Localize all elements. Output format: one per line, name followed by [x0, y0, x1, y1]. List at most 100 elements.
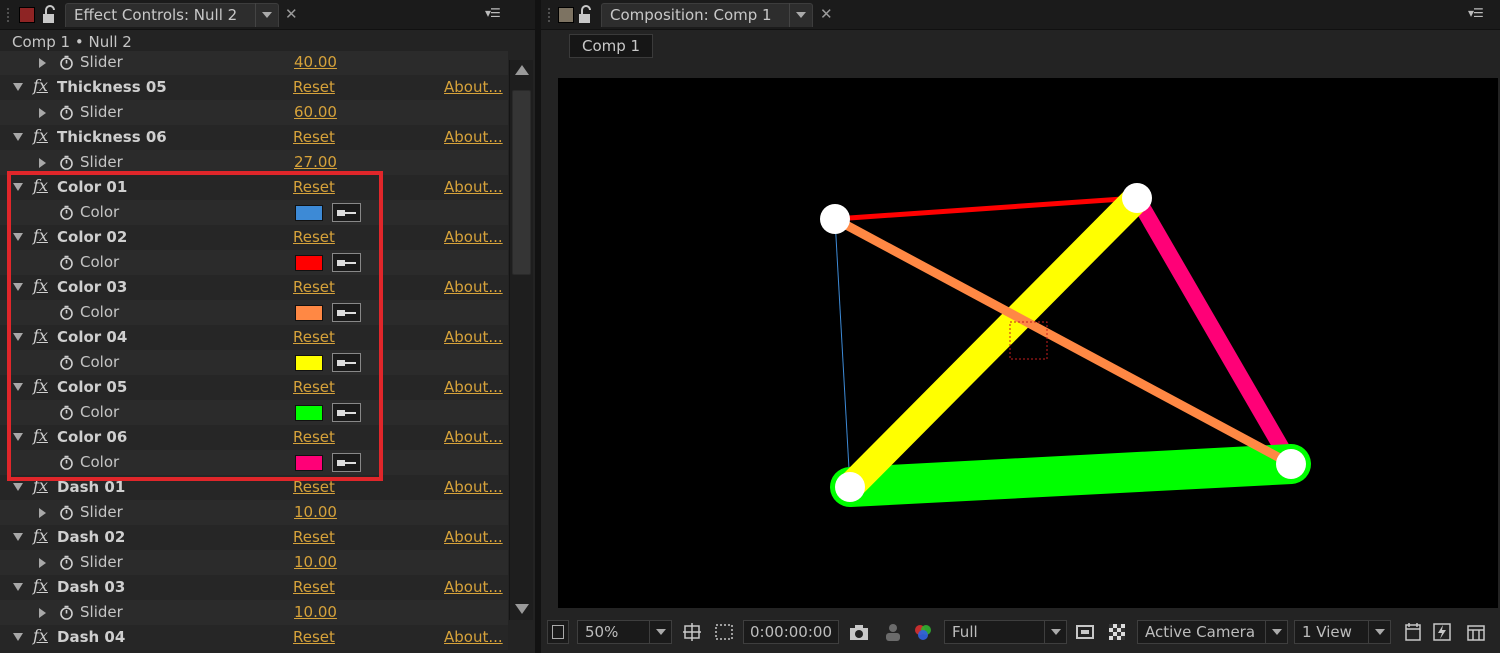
- twirl-down-icon[interactable]: [13, 383, 23, 391]
- about-link[interactable]: About...: [444, 178, 503, 196]
- color-swatch[interactable]: [295, 205, 323, 221]
- scroll-thumb[interactable]: [512, 90, 531, 275]
- panel-menu-icon[interactable]: ▾☰: [1468, 6, 1484, 20]
- reset-link[interactable]: Reset: [293, 628, 335, 646]
- tab-dropdown-icon[interactable]: [789, 3, 811, 27]
- twirl-down-icon[interactable]: [13, 633, 23, 641]
- fx-icon[interactable]: fx: [33, 276, 48, 295]
- scroll-down-arrow-icon[interactable]: [515, 604, 529, 614]
- twirl-down-icon[interactable]: [13, 233, 23, 241]
- color-swatch[interactable]: [295, 305, 323, 321]
- slider-value[interactable]: 10.00: [294, 603, 337, 621]
- eyedropper-icon[interactable]: [332, 353, 361, 372]
- fx-icon[interactable]: fx: [33, 626, 48, 645]
- reset-link[interactable]: Reset: [293, 478, 335, 496]
- twirl-right-icon[interactable]: [39, 108, 46, 118]
- reset-link[interactable]: Reset: [293, 428, 335, 446]
- camera-snapshot-icon[interactable]: [849, 622, 869, 642]
- color-channels-icon[interactable]: [913, 622, 933, 642]
- slider-value[interactable]: 27.00: [294, 153, 337, 171]
- stopwatch-icon[interactable]: [59, 255, 74, 270]
- fx-icon[interactable]: fx: [33, 476, 48, 495]
- stopwatch-icon[interactable]: [59, 305, 74, 320]
- fx-icon[interactable]: fx: [33, 526, 48, 545]
- grip-icon[interactable]: [547, 7, 552, 23]
- lock-icon[interactable]: [577, 5, 595, 25]
- about-link[interactable]: About...: [444, 428, 503, 446]
- stopwatch-icon[interactable]: [59, 205, 74, 220]
- reset-link[interactable]: Reset: [293, 278, 335, 296]
- fx-icon[interactable]: fx: [33, 376, 48, 395]
- scroll-up-arrow-icon[interactable]: [515, 65, 529, 75]
- fx-icon[interactable]: fx: [33, 426, 48, 445]
- fx-icon[interactable]: fx: [33, 176, 48, 195]
- reset-link[interactable]: Reset: [293, 578, 335, 596]
- stopwatch-icon[interactable]: [59, 455, 74, 470]
- scrollbar[interactable]: [509, 60, 533, 620]
- color-swatch[interactable]: [295, 455, 323, 471]
- stopwatch-icon[interactable]: [59, 605, 74, 620]
- fx-icon[interactable]: fx: [33, 126, 48, 145]
- eyedropper-icon[interactable]: [332, 253, 361, 272]
- timecode-field[interactable]: 0:00:00:00: [743, 620, 839, 644]
- camera-dropdown[interactable]: Active Camera: [1137, 620, 1288, 644]
- eyedropper-icon[interactable]: [332, 403, 361, 422]
- flowchart-icon[interactable]: [1466, 622, 1486, 642]
- close-icon[interactable]: ✕: [820, 5, 833, 23]
- panel-menu-icon[interactable]: ▾☰: [485, 6, 501, 20]
- view-layout-dropdown[interactable]: 1 View: [1294, 620, 1391, 644]
- stopwatch-icon[interactable]: [59, 105, 74, 120]
- vertex-point[interactable]: [1122, 183, 1152, 213]
- about-link[interactable]: About...: [444, 628, 503, 646]
- reset-link[interactable]: Reset: [293, 528, 335, 546]
- vertex-point[interactable]: [1276, 449, 1306, 479]
- about-link[interactable]: About...: [444, 378, 503, 396]
- twirl-down-icon[interactable]: [13, 483, 23, 491]
- fx-icon[interactable]: fx: [33, 76, 48, 95]
- about-link[interactable]: About...: [444, 578, 503, 596]
- twirl-down-icon[interactable]: [13, 433, 23, 441]
- lock-icon[interactable]: [41, 5, 59, 25]
- about-link[interactable]: About...: [444, 278, 503, 296]
- twirl-right-icon[interactable]: [39, 58, 46, 68]
- fx-icon[interactable]: fx: [33, 226, 48, 245]
- about-link[interactable]: About...: [444, 128, 503, 146]
- stopwatch-icon[interactable]: [59, 505, 74, 520]
- always-preview-icon[interactable]: [547, 620, 569, 644]
- about-link[interactable]: About...: [444, 328, 503, 346]
- tab-dropdown-icon[interactable]: [255, 3, 277, 27]
- twirl-down-icon[interactable]: [13, 83, 23, 91]
- twirl-right-icon[interactable]: [39, 158, 46, 168]
- fast-previews-icon[interactable]: [1432, 622, 1452, 642]
- reset-link[interactable]: Reset: [293, 378, 335, 396]
- stopwatch-icon[interactable]: [59, 355, 74, 370]
- twirl-down-icon[interactable]: [13, 133, 23, 141]
- grip-icon[interactable]: [6, 7, 11, 23]
- reset-link[interactable]: Reset: [293, 78, 335, 96]
- slider-value[interactable]: 60.00: [294, 103, 337, 121]
- twirl-right-icon[interactable]: [39, 558, 46, 568]
- close-icon[interactable]: ✕: [285, 5, 298, 23]
- reset-link[interactable]: Reset: [293, 228, 335, 246]
- eyedropper-icon[interactable]: [332, 203, 361, 222]
- magnification-dropdown[interactable]: 50%: [577, 620, 672, 644]
- twirl-down-icon[interactable]: [13, 183, 23, 191]
- transparency-grid-icon[interactable]: [1107, 622, 1127, 642]
- slider-value[interactable]: 10.00: [294, 503, 337, 521]
- eyedropper-icon[interactable]: [332, 303, 361, 322]
- color-swatch[interactable]: [295, 355, 323, 371]
- comp-flow-tab[interactable]: Comp 1: [569, 34, 654, 58]
- composition-viewer[interactable]: [558, 78, 1498, 608]
- resolution-dropdown[interactable]: Full: [944, 620, 1067, 644]
- vertex-point[interactable]: [835, 472, 865, 502]
- about-link[interactable]: About...: [444, 228, 503, 246]
- color-swatch[interactable]: [295, 255, 323, 271]
- fx-icon[interactable]: fx: [33, 326, 48, 345]
- timeline-toggle-icon[interactable]: [1403, 622, 1423, 642]
- region-of-interest-icon[interactable]: [1075, 622, 1095, 642]
- vertex-point[interactable]: [820, 204, 850, 234]
- color-swatch[interactable]: [295, 405, 323, 421]
- show-snapshot-icon[interactable]: [883, 622, 903, 642]
- reset-link[interactable]: Reset: [293, 128, 335, 146]
- slider-value[interactable]: 40.00: [294, 53, 337, 71]
